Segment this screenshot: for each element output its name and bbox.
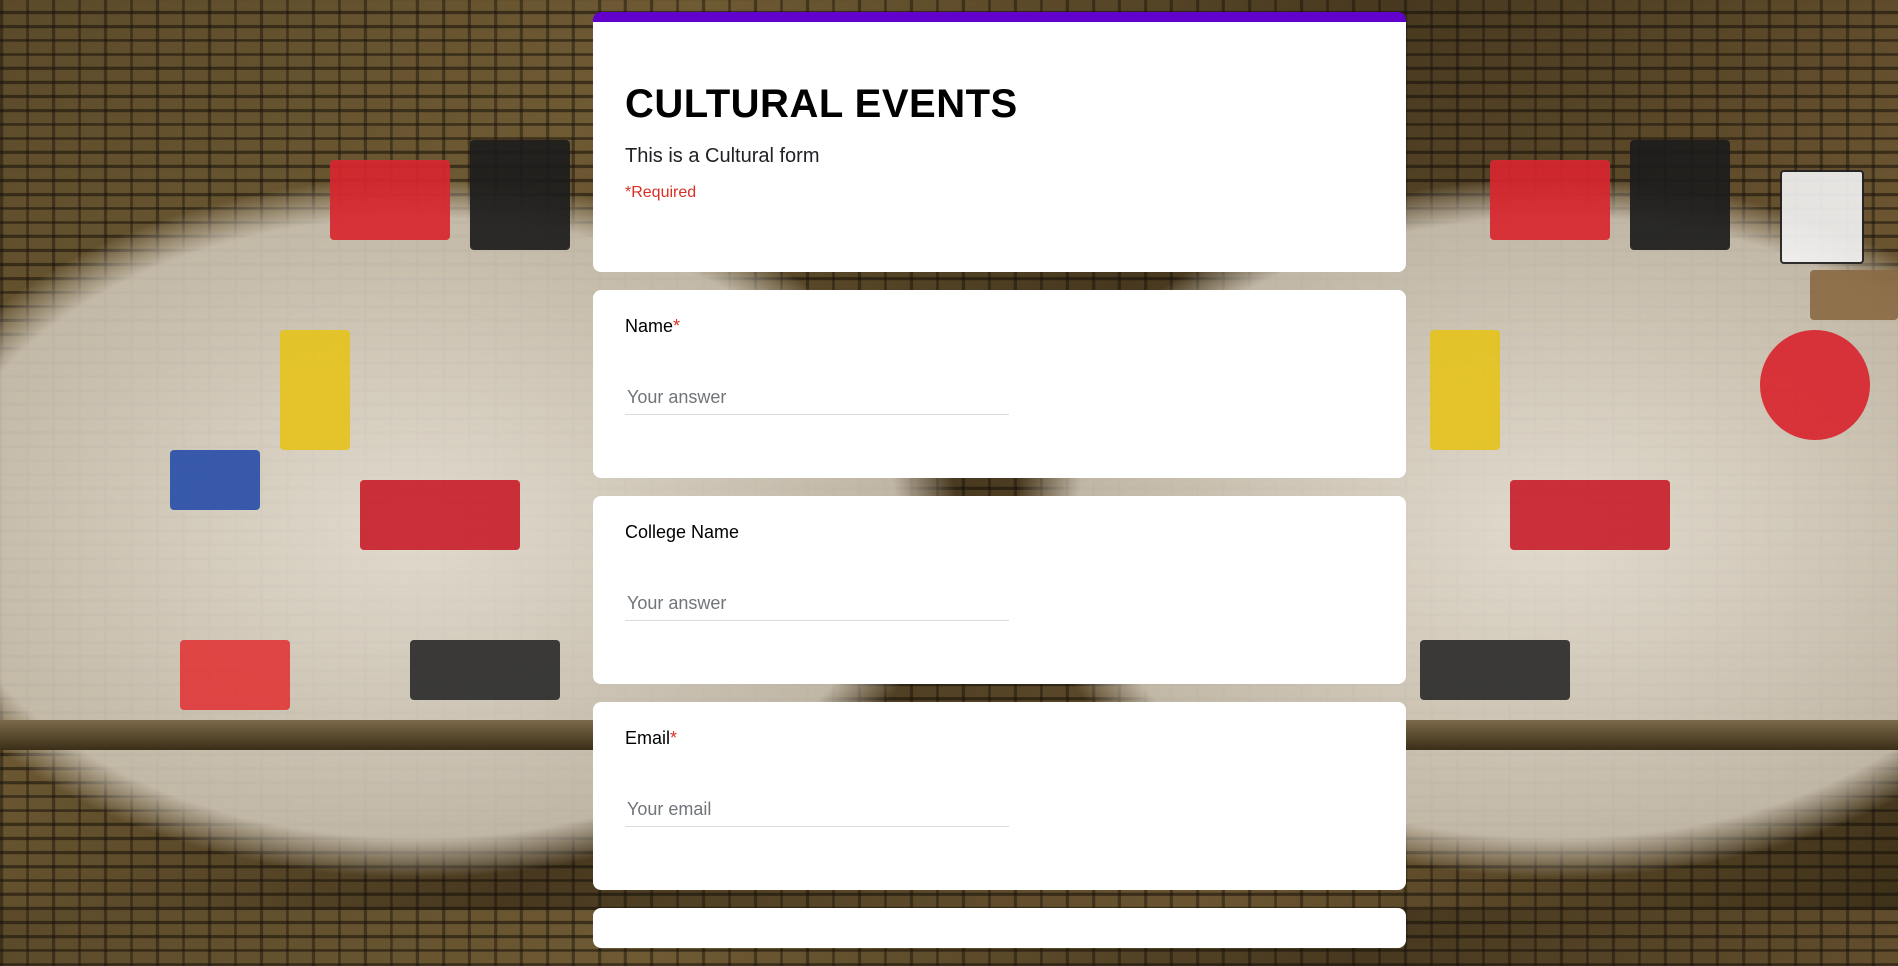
name-input[interactable]	[625, 383, 1009, 415]
required-note: *Required	[625, 184, 697, 201]
question-card-name: Name*	[593, 290, 1406, 478]
background-sticker	[170, 450, 260, 510]
background-sticker	[470, 140, 570, 250]
form-title: CULTURAL EVENTS	[625, 82, 1018, 126]
background-sticker	[1510, 480, 1670, 550]
question-label-text: Email	[625, 728, 671, 748]
question-card-email: Email*	[593, 702, 1406, 890]
background-sticker	[1780, 170, 1864, 264]
next-question-card	[593, 908, 1406, 948]
background-sticker	[1430, 330, 1500, 450]
form-description: This is a Cultural form	[625, 145, 820, 167]
question-label-text: College Name	[625, 522, 740, 542]
form-header-card: CULTURAL EVENTS This is a Cultural form …	[593, 12, 1406, 272]
question-label: Email*	[625, 728, 1374, 749]
background-sticker	[1760, 330, 1870, 440]
background-sticker	[1630, 140, 1730, 250]
background-sticker	[1420, 640, 1570, 700]
question-label: College Name	[625, 522, 1374, 543]
college-name-input[interactable]	[625, 589, 1009, 621]
question-card-college-name: College Name	[593, 496, 1406, 684]
required-asterisk: *	[670, 728, 678, 748]
background-sticker	[280, 330, 350, 450]
background-sticker	[410, 640, 560, 700]
required-asterisk: *	[673, 316, 681, 336]
background-sticker	[180, 640, 290, 710]
form-container: CULTURAL EVENTS This is a Cultural form …	[593, 12, 1406, 966]
email-input[interactable]	[625, 795, 1009, 827]
background-sticker	[1810, 270, 1898, 320]
question-label-text: Name	[625, 316, 674, 336]
background-sticker	[360, 480, 520, 550]
background-sticker	[1490, 160, 1610, 240]
background-sticker	[330, 160, 450, 240]
question-label: Name*	[625, 316, 1374, 337]
